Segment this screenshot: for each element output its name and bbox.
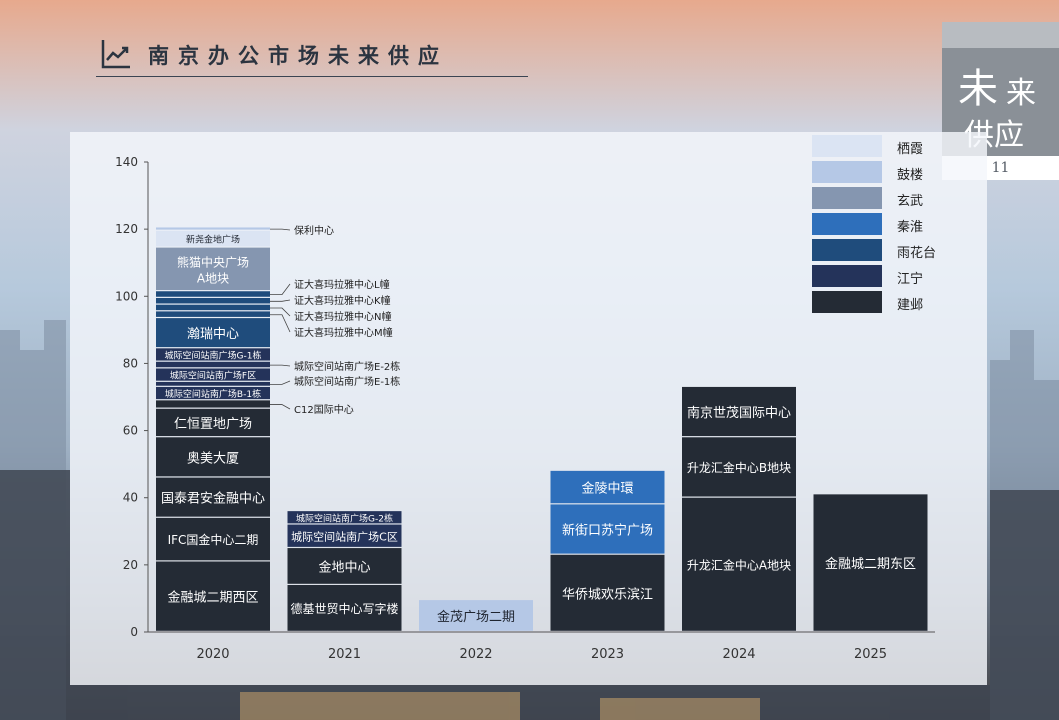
bar-label-城际空间站南广场F区: 城际空间站南广场F区 bbox=[170, 370, 256, 382]
bar-label-升龙汇金中心A地块: 升龙汇金中心A地块 bbox=[687, 557, 791, 572]
legend-swatch-雨花台 bbox=[812, 239, 882, 261]
bar-label-金融城二期西区: 金融城二期西区 bbox=[167, 590, 258, 606]
legend-item-建邺: 建邺 bbox=[812, 291, 942, 315]
x-tick-label-2020: 2020 bbox=[196, 647, 229, 662]
callout-line-C12国际中心 bbox=[270, 404, 291, 410]
bar-label-金融城二期东区: 金融城二期东区 bbox=[825, 556, 916, 572]
section-tab-char-1: 未 bbox=[958, 66, 998, 112]
y-tick-label-120: 120 bbox=[115, 222, 138, 236]
callout-label-城际空间站南广场E-2栋: 城际空间站南广场E-2栋 bbox=[294, 360, 400, 373]
bar-segment-2020-城际空间站南广场E-1栋 bbox=[156, 381, 270, 386]
page-title: 南京办公市场未来供应 bbox=[148, 44, 448, 68]
bar-label-金地中心: 金地中心 bbox=[318, 559, 370, 575]
callout-line-城际空间站南广场E-2栋 bbox=[270, 364, 291, 367]
bar-label-熊猫中央广场A地块-line1: 熊猫中央广场 bbox=[177, 254, 249, 269]
bar-label-新街口苏宁广场: 新街口苏宁广场 bbox=[562, 523, 653, 539]
bar-segment-2020-城际空间站南广场E-2栋 bbox=[156, 361, 270, 368]
x-tick-label-2023: 2023 bbox=[591, 647, 624, 662]
legend-label-雨花台: 雨花台 bbox=[897, 246, 937, 261]
bar-label-城际空间站南广场G-1栋: 城际空间站南广场G-1栋 bbox=[165, 349, 262, 361]
x-tick-label-2021: 2021 bbox=[328, 647, 361, 662]
legend-item-栖霞: 栖霞 bbox=[812, 135, 942, 159]
bar-segment-2020-证大喜玛拉雅中心L幢 bbox=[156, 291, 270, 297]
y-tick-label-140: 140 bbox=[115, 155, 138, 169]
callout-line-证大喜玛拉雅中心M幢 bbox=[270, 314, 291, 333]
callout-label-证大喜玛拉雅中心M幢: 证大喜玛拉雅中心M幢 bbox=[294, 326, 393, 339]
bar-label-城际空间站南广场B-1栋: 城际空间站南广场B-1栋 bbox=[165, 388, 261, 400]
section-tab-top-band bbox=[942, 22, 1059, 48]
legend-label-栖霞: 栖霞 bbox=[897, 142, 924, 157]
legend-swatch-江宁 bbox=[812, 265, 882, 287]
bar-label-金茂广场二期: 金茂广场二期 bbox=[437, 609, 515, 625]
legend-label-秦淮: 秦淮 bbox=[897, 220, 924, 235]
line-chart-icon bbox=[101, 40, 130, 69]
bar-segment-2020-证大喜玛拉雅中心M幢 bbox=[156, 311, 270, 317]
callout-label-证大喜玛拉雅中心K幢: 证大喜玛拉雅中心K幢 bbox=[294, 294, 391, 307]
x-tick-label-2025: 2025 bbox=[854, 647, 887, 662]
bar-label-华侨城欢乐滨江: 华侨城欢乐滨江 bbox=[562, 586, 653, 602]
bar-label-IFC国金中心二期: IFC国金中心二期 bbox=[168, 532, 259, 547]
bar-segment-2020-保利中心 bbox=[156, 227, 270, 230]
legend-swatch-建邺 bbox=[812, 291, 882, 313]
bar-label-城际空间站南广场C区: 城际空间站南广场C区 bbox=[291, 530, 398, 544]
callout-label-保利中心: 保利中心 bbox=[294, 224, 334, 237]
callout-label-证大喜玛拉雅中心N幢: 证大喜玛拉雅中心N幢 bbox=[294, 310, 391, 323]
bar-label-熊猫中央广场A地块-line2: A地块 bbox=[197, 271, 229, 285]
callout-label-证大喜玛拉雅中心L幢: 证大喜玛拉雅中心L幢 bbox=[294, 278, 390, 291]
bar-label-新尧金地广场: 新尧金地广场 bbox=[186, 234, 240, 246]
legend-item-江宁: 江宁 bbox=[812, 265, 942, 289]
legend-swatch-栖霞 bbox=[812, 135, 882, 157]
callout-label-城际空间站南广场E-1栋: 城际空间站南广场E-1栋 bbox=[294, 375, 400, 388]
bar-label-仁恒置地广场: 仁恒置地广场 bbox=[174, 417, 252, 432]
bar-segment-2020-证大喜玛拉雅中心N幢 bbox=[156, 304, 270, 311]
legend-item-鼓楼: 鼓楼 bbox=[812, 161, 942, 185]
x-tick-label-2024: 2024 bbox=[722, 647, 755, 662]
callout-label-C12国际中心: C12国际中心 bbox=[294, 403, 354, 416]
y-tick-label-60: 60 bbox=[123, 424, 138, 438]
y-tick-label-0: 0 bbox=[130, 625, 138, 639]
bar-label-金陵中環: 金陵中環 bbox=[581, 481, 633, 497]
y-tick-label-100: 100 bbox=[115, 289, 138, 303]
y-tick-label-40: 40 bbox=[123, 491, 138, 505]
legend-label-玄武: 玄武 bbox=[897, 194, 924, 209]
bar-segment-2020-证大喜玛拉雅中心K幢 bbox=[156, 297, 270, 304]
callout-line-证大喜玛拉雅中心K幢 bbox=[270, 299, 291, 302]
legend-label-江宁: 江宁 bbox=[897, 272, 924, 287]
legend-swatch-玄武 bbox=[812, 187, 882, 209]
callout-line-证大喜玛拉雅中心L幢 bbox=[270, 283, 291, 296]
legend-item-秦淮: 秦淮 bbox=[812, 213, 942, 237]
callout-line-城际空间站南广场E-1栋 bbox=[270, 380, 291, 385]
x-tick-label-2022: 2022 bbox=[459, 647, 492, 662]
bar-label-瀚瑞中心: 瀚瑞中心 bbox=[187, 327, 239, 342]
callout-line-保利中心 bbox=[270, 228, 291, 231]
bar-label-德基世贸中心写字楼: 德基世贸中心写字楼 bbox=[290, 601, 398, 616]
bar-label-奥美大厦: 奥美大厦 bbox=[187, 451, 239, 466]
bar-segment-2020-C12国际中心 bbox=[156, 400, 270, 408]
legend-swatch-鼓楼 bbox=[812, 161, 882, 183]
y-tick-label-80: 80 bbox=[123, 356, 138, 370]
bar-label-升龙汇金中心B地块: 升龙汇金中心B地块 bbox=[687, 460, 791, 475]
page-header: 南京办公市场未来供应 bbox=[96, 36, 528, 77]
bar-label-国泰君安金融中心: 国泰君安金融中心 bbox=[161, 491, 265, 507]
legend-label-鼓楼: 鼓楼 bbox=[897, 168, 924, 183]
section-tab-char-2: 来 bbox=[1006, 76, 1036, 111]
legend-swatch-秦淮 bbox=[812, 213, 882, 235]
y-tick-label-20: 20 bbox=[123, 558, 138, 572]
bar-label-城际空间站南广场G-2栋: 城际空间站南广场G-2栋 bbox=[296, 512, 393, 524]
legend-item-雨花台: 雨花台 bbox=[812, 239, 942, 263]
legend-label-建邺: 建邺 bbox=[897, 298, 924, 313]
bar-label-南京世茂国际中心: 南京世茂国际中心 bbox=[687, 405, 791, 421]
legend-item-玄武: 玄武 bbox=[812, 187, 942, 211]
